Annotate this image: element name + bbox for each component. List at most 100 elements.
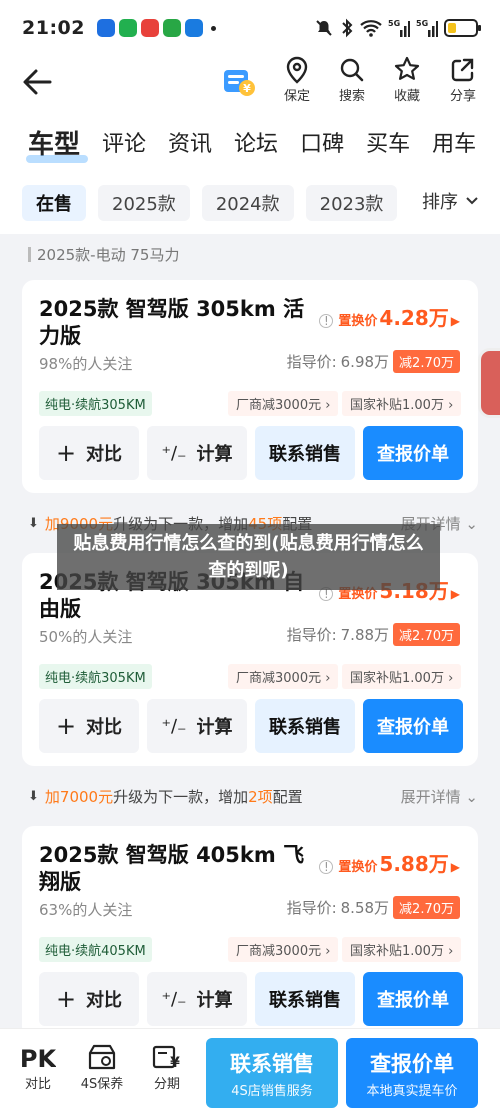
search-icon (340, 58, 364, 82)
chip-2025[interactable]: 2025款 (98, 185, 190, 221)
svg-text:¥: ¥ (243, 82, 251, 95)
guide-price: 指导价: 8.58万 减2.70万 (287, 896, 460, 919)
expand-details-link[interactable]: 展开详情 ⌄ (401, 786, 478, 807)
attention-rate: 98%的人关注 (39, 355, 133, 373)
maintenance-tab[interactable]: 4S保养 (78, 1043, 126, 1092)
discount-badge: 减2.70万 (393, 350, 460, 373)
calculator-icon: ⁺∕₋ (161, 988, 187, 1010)
mute-icon (316, 20, 332, 36)
tab-news[interactable]: 资讯 (168, 126, 212, 158)
share-button[interactable]: 分享 (438, 56, 488, 104)
wifi-icon (360, 20, 382, 37)
range-tag: 纯电·续航405KM (39, 937, 152, 962)
tab-forum[interactable]: 论坛 (234, 126, 278, 158)
chip-on-sale[interactable]: 在售 (22, 185, 86, 221)
search-label: 搜索 (338, 89, 365, 104)
tag-row: 纯电·续航405KM 厂商减3000元 › 国家补贴1.00万 › (39, 937, 464, 962)
factory-discount-tag[interactable]: 厂商减3000元 › (228, 391, 339, 416)
star-icon (394, 56, 420, 80)
info-icon: ! (319, 314, 334, 328)
plus-icon: + (55, 985, 77, 1013)
quote-cta[interactable]: 查报价单 本地真实提车价 (346, 1038, 478, 1108)
range-tag: 纯电·续航305KM (39, 664, 152, 689)
bottom-bar: PK 对比 4S保养 ¥ 分期 联系销售 4S店销售服务 查报价单 本地真实提车… (0, 1028, 500, 1116)
subsidy-tag[interactable]: 国家补贴1.00万 › (342, 391, 462, 416)
arrow-down-icon: ⬇ (28, 516, 39, 531)
notification-app-icon (96, 19, 115, 37)
subsidy-tag[interactable]: 国家补贴1.00万 › (342, 664, 462, 689)
quote-button[interactable]: 查报价单 (363, 972, 463, 1026)
replacement-price-label: 置换价 (338, 314, 378, 329)
header: ¥ 保定 搜索 收藏 分享 (0, 56, 500, 112)
trim-card[interactable]: 2025款 智驾版 305km 活力版 ! 置换价 4.28万 ▶ 98%的人关… (22, 280, 478, 493)
guide-price: 指导价: 6.98万 减2.70万 (287, 350, 460, 373)
svg-text:5G: 5G (416, 19, 428, 28)
info-icon: ! (319, 860, 334, 874)
contact-sales-button[interactable]: 联系销售 (255, 699, 355, 753)
svg-text:¥: ¥ (170, 1055, 180, 1071)
subsidy-tag[interactable]: 国家补贴1.00万 › (342, 937, 462, 962)
guide-price-value: 7.88万 (340, 626, 390, 644)
guide-price-label: 指导价: (286, 899, 337, 917)
factory-discount-tag[interactable]: 厂商减3000元 › (228, 664, 339, 689)
chip-2023[interactable]: 2023款 (305, 185, 398, 221)
share-label: 分享 (449, 89, 476, 104)
card-actions: + 对比 ⁺∕₋ 计算 联系销售 查报价单 (39, 972, 463, 1026)
favorite-label: 收藏 (393, 89, 420, 104)
tab-word-of-mouth[interactable]: 口碑 (300, 126, 344, 158)
trim-card[interactable]: 2025款 智驾版 405km 飞翔版 ! 置换价 5.88万 ▶ 63%的人关… (22, 826, 478, 1039)
tab-car-models[interactable]: 车型 (25, 124, 89, 163)
compare-tab-label: 对比 (24, 1077, 51, 1092)
trim-title: 2025款 智驾版 305km 活力版 (39, 297, 305, 348)
compare-button[interactable]: + 对比 (39, 426, 139, 480)
message-app-icon (162, 19, 181, 37)
quote-cta-subtitle: 本地真实提车价 (366, 1084, 458, 1099)
status-app-icons (96, 19, 216, 37)
tab-use-car[interactable]: 用车 (432, 126, 476, 158)
tab-buy-car[interactable]: 买车 (366, 126, 410, 158)
promo-gift-icon[interactable]: ¥ (222, 64, 256, 98)
chevron-down-icon (466, 197, 478, 205)
compare-tab[interactable]: PK 对比 (14, 1043, 62, 1092)
floating-ad-icon[interactable] (478, 348, 500, 418)
calculate-button[interactable]: ⁺∕₋ 计算 (147, 426, 247, 480)
compare-button[interactable]: + 对比 (39, 972, 139, 1026)
tab-reviews[interactable]: 评论 (102, 126, 146, 158)
more-notifications-dot (210, 25, 216, 31)
installment-tab[interactable]: ¥ 分期 (143, 1043, 191, 1092)
favorite-button[interactable]: 收藏 (382, 56, 432, 104)
share-icon (451, 58, 474, 82)
sort-button[interactable]: 排序 (422, 188, 478, 214)
replacement-price[interactable]: ! 置换价 4.28万 ▶ (319, 302, 460, 331)
compare-button[interactable]: + 对比 (39, 699, 139, 753)
calculator-icon: ⁺∕₋ (161, 442, 187, 464)
contact-sales-button[interactable]: 联系销售 (255, 426, 355, 480)
location-button[interactable]: 保定 (272, 56, 322, 104)
contact-sales-button[interactable]: 联系销售 (255, 972, 355, 1026)
guide-price-value: 8.58万 (340, 899, 390, 917)
discount-badge: 减2.70万 (393, 623, 460, 646)
replacement-price[interactable]: ! 置换价 5.88万 ▶ (319, 848, 460, 877)
upgrade-hint: ⬇ 加 7000元 升级为下一款，增加 2项 配置 展开详情 ⌄ (28, 786, 478, 807)
replacement-price-value: 5.88万 (379, 852, 449, 876)
guide-price: 指导价: 7.88万 减2.70万 (287, 623, 460, 646)
tag-row: 纯电·续航305KM 厂商减3000元 › 国家补贴1.00万 › (39, 391, 464, 416)
installment-icon: ¥ (152, 1045, 180, 1071)
service-store-icon (88, 1044, 116, 1070)
tag-row: 纯电·续航305KM 厂商减3000元 › 国家补贴1.00万 › (39, 664, 464, 689)
trim-title: 2025款 智驾版 405km 飞翔版 (39, 843, 305, 894)
phone-app-icon (118, 19, 137, 37)
calculate-button[interactable]: ⁺∕₋ 计算 (147, 699, 247, 753)
contact-sales-cta-subtitle: 4S店销售服务 (231, 1084, 313, 1099)
contact-sales-cta[interactable]: 联系销售 4S店销售服务 (206, 1038, 338, 1108)
chip-2024[interactable]: 2024款 (201, 185, 294, 221)
back-arrow-icon[interactable] (18, 62, 58, 102)
calculate-button[interactable]: ⁺∕₋ 计算 (147, 972, 247, 1026)
chevron-right-icon: ▶ (450, 587, 460, 601)
quote-button[interactable]: 查报价单 (363, 699, 463, 753)
contact-sales-cta-title: 联系销售 (230, 1052, 314, 1076)
replacement-price-label: 置换价 (338, 860, 378, 875)
quote-button[interactable]: 查报价单 (363, 426, 463, 480)
factory-discount-tag[interactable]: 厂商减3000元 › (228, 937, 339, 962)
search-button[interactable]: 搜索 (327, 56, 377, 104)
